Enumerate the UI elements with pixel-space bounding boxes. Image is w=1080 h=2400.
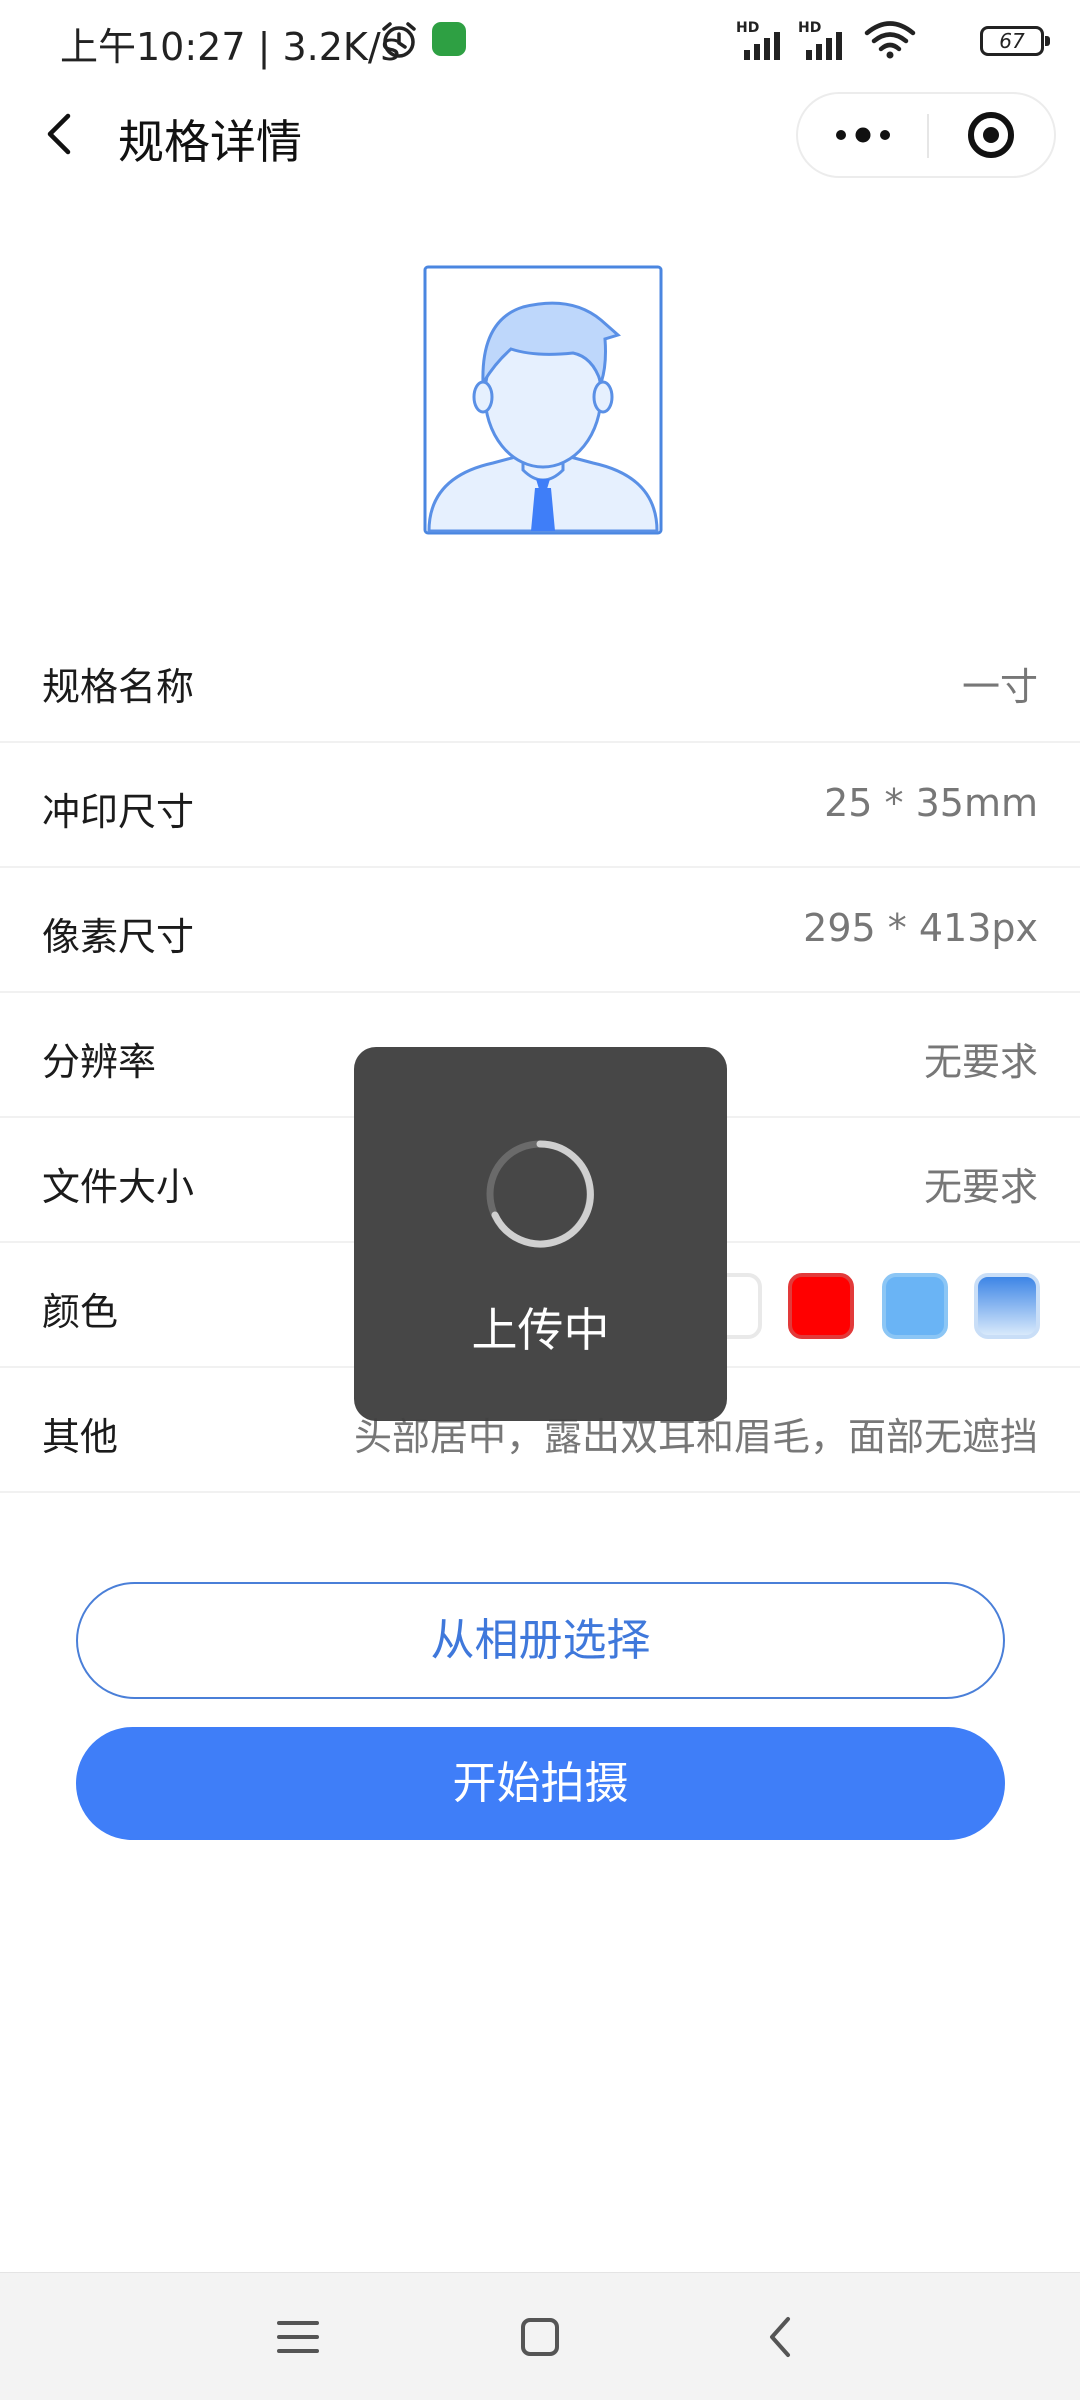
wifi-icon <box>864 21 916 59</box>
system-nav-bar <box>0 2272 1080 2400</box>
spec-label: 规格名称 <box>42 665 195 709</box>
spec-value: 一寸 <box>961 665 1038 709</box>
spec-label: 颜色 <box>42 1290 119 1334</box>
alarm-icon <box>382 22 416 58</box>
spec-label: 文件大小 <box>42 1165 195 1209</box>
cell-signal-icon: HD <box>736 18 790 62</box>
spec-label: 冲印尺寸 <box>42 790 195 834</box>
back-icon[interactable] <box>30 102 94 166</box>
more-icon[interactable] <box>798 94 928 176</box>
spec-label: 像素尺寸 <box>42 915 195 959</box>
target-close-icon[interactable] <box>929 94 1054 176</box>
loading-spinner-icon <box>486 1140 594 1248</box>
choose-from-album-button[interactable]: 从相册选择 <box>76 1582 1005 1699</box>
spec-label: 分辨率 <box>42 1040 157 1084</box>
loading-toast: 上传中 <box>354 1047 727 1421</box>
status-bar: 上午10:27 | 3.2K/s HD HD 67 <box>0 0 1080 80</box>
spec-value: 无要求 <box>923 1040 1038 1084</box>
home-icon[interactable] <box>510 2307 570 2367</box>
battery-icon: 67 <box>980 26 1050 56</box>
mini-program-capsule <box>796 92 1056 178</box>
status-time: 上午10:27 | 3.2K/s <box>60 25 401 69</box>
spec-label: 其他 <box>42 1415 119 1459</box>
id-photo-sample-image <box>423 265 663 535</box>
loading-text: 上传中 <box>471 1303 610 1357</box>
start-shooting-button[interactable]: 开始拍摄 <box>76 1727 1005 1840</box>
spec-value: 295 * 413px <box>803 906 1038 950</box>
menu-icon[interactable] <box>268 2307 328 2367</box>
spec-row-print-size: 冲印尺寸 25 * 35mm <box>0 743 1080 868</box>
spec-row-pixel-size: 像素尺寸 295 * 413px <box>0 868 1080 993</box>
back-nav-icon[interactable] <box>752 2307 812 2367</box>
spec-value: 无要求 <box>923 1165 1038 1209</box>
app-notification-icon <box>432 22 466 56</box>
color-swatch-blue[interactable] <box>882 1273 948 1339</box>
nav-bar: 规格详情 <box>0 80 1080 190</box>
color-swatch-red[interactable] <box>788 1273 854 1339</box>
cell-signal-icon: HD <box>798 18 852 62</box>
spec-row-name: 规格名称 一寸 <box>0 618 1080 743</box>
color-swatches <box>696 1273 1040 1339</box>
spec-value: 25 * 35mm <box>824 781 1038 825</box>
page-title: 规格详情 <box>118 115 302 169</box>
color-swatch-gradient-blue[interactable] <box>974 1273 1040 1339</box>
